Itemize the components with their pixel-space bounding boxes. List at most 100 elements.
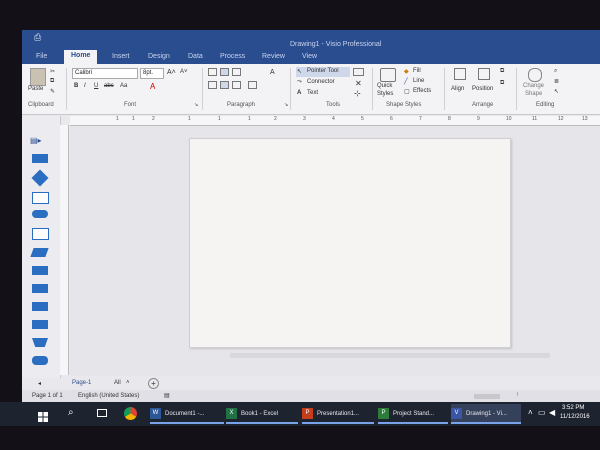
- italic-button[interactable]: I: [84, 83, 86, 89]
- change-shape-button[interactable]: Change: [523, 83, 544, 89]
- select-icon[interactable]: ↖: [554, 88, 559, 95]
- align-button[interactable]: Align: [451, 86, 464, 92]
- terminator-shape-icon[interactable]: [32, 210, 48, 218]
- start-windows-icon[interactable]: [38, 409, 48, 422]
- change-shape-icon[interactable]: [528, 68, 542, 82]
- paste-button[interactable]: Paste: [28, 86, 43, 92]
- ruler-label: 13: [582, 116, 588, 122]
- font-dialog-launcher-icon[interactable]: ↘: [194, 102, 198, 108]
- font-size-select[interactable]: 8pt.: [140, 68, 164, 79]
- manual-operation-shape-icon[interactable]: [32, 338, 48, 347]
- position-icon[interactable]: [478, 68, 490, 80]
- change-case-button[interactable]: Aa: [120, 83, 127, 89]
- align-left-icon[interactable]: [208, 81, 217, 89]
- subprocess-shape-icon[interactable]: [32, 266, 48, 275]
- align-right-icon[interactable]: [232, 81, 241, 89]
- tab-data[interactable]: Data: [188, 53, 203, 60]
- volume-icon[interactable]: ◀: [549, 408, 555, 417]
- paste-icon[interactable]: [30, 68, 46, 86]
- page-tab-page-1[interactable]: Page-1: [72, 380, 91, 386]
- position-button[interactable]: Position: [472, 86, 493, 92]
- align-middle-icon[interactable]: [220, 68, 229, 76]
- paragraph-dialog-launcher-icon[interactable]: ↘: [284, 102, 288, 108]
- task-view-icon[interactable]: [97, 409, 107, 417]
- off-page-reference-shape-icon[interactable]: [32, 356, 48, 365]
- zoom-slider[interactable]: [474, 394, 500, 399]
- grow-font-icon[interactable]: A˄: [167, 69, 176, 76]
- bring-forward-icon[interactable]: ⧉: [500, 68, 504, 75]
- format-painter-icon[interactable]: ✎: [50, 88, 55, 95]
- text-tool-button[interactable]: Text: [307, 90, 318, 96]
- all-pages-tab[interactable]: All: [114, 380, 121, 386]
- align-bottom-icon[interactable]: [232, 68, 241, 76]
- align-shapes-icon[interactable]: [454, 68, 466, 80]
- taskbar-item-excel[interactable]: X Book1 - Excel: [226, 404, 298, 424]
- shrink-font-icon[interactable]: A˅: [180, 69, 188, 75]
- data-shape-icon[interactable]: [32, 228, 49, 240]
- connector-button[interactable]: Connector: [307, 79, 335, 85]
- diamond-shape-icon[interactable]: [31, 169, 49, 187]
- font-color-button[interactable]: A: [150, 82, 155, 91]
- taskbar-item-project[interactable]: P Project Stand...: [378, 404, 448, 424]
- parallelogram-shape-icon[interactable]: [30, 248, 49, 257]
- tab-view[interactable]: View: [302, 53, 317, 60]
- tab-process[interactable]: Process: [220, 53, 245, 60]
- taskbar-item-powerpoint[interactable]: P Presentation1...: [302, 404, 374, 424]
- search-icon[interactable]: ⌕: [68, 407, 74, 418]
- underline-button[interactable]: U: [94, 83, 98, 89]
- shapes-menu-icon[interactable]: ▤▸: [30, 136, 42, 145]
- copy-icon[interactable]: ⧉: [50, 78, 54, 85]
- language-status[interactable]: English (United States): [78, 393, 139, 399]
- chrome-icon[interactable]: [124, 407, 137, 420]
- add-page-button[interactable]: +: [148, 378, 159, 389]
- quick-styles-button[interactable]: Quick: [377, 83, 392, 89]
- clock-date[interactable]: 11/12/2016: [560, 414, 590, 420]
- rectangle-tool-icon[interactable]: [353, 68, 364, 76]
- line-button[interactable]: Line: [413, 78, 424, 84]
- align-center-icon[interactable]: [220, 81, 229, 89]
- previous-page-icon[interactable]: ◂: [38, 380, 41, 387]
- bullets-icon[interactable]: [248, 81, 257, 89]
- network-icon[interactable]: ▭: [538, 408, 546, 417]
- align-top-icon[interactable]: [208, 68, 217, 76]
- strikethrough-button[interactable]: abc: [104, 83, 114, 89]
- drawing-page[interactable]: [189, 138, 511, 348]
- group-label-shape-styles: Shape Styles: [386, 102, 422, 108]
- external-data-shape-icon[interactable]: [32, 302, 48, 311]
- chevron-up-icon[interactable]: ˄: [528, 408, 533, 417]
- effects-button[interactable]: Effects: [413, 88, 431, 94]
- find-icon[interactable]: ⌕: [554, 68, 557, 75]
- tab-file[interactable]: File: [36, 53, 47, 60]
- clock-time[interactable]: 3:52 PM: [562, 405, 584, 411]
- on-page-reference-shape-icon[interactable]: [32, 320, 48, 329]
- send-backward-icon[interactable]: ⧉: [500, 80, 504, 87]
- close-icon[interactable]: ✕: [355, 79, 362, 88]
- page-count-status[interactable]: Page 1 of 1: [32, 393, 63, 399]
- ruler-label: 1: [248, 116, 251, 122]
- text-tool-icon: A: [297, 90, 302, 96]
- fill-button[interactable]: Fill: [413, 68, 421, 74]
- taskbar-item-word[interactable]: W Document1 -...: [150, 404, 224, 424]
- quick-styles-icon[interactable]: [380, 68, 396, 82]
- chevron-up-icon[interactable]: ˄: [126, 380, 130, 386]
- tab-insert[interactable]: Insert: [112, 53, 130, 60]
- taskbar-item-visio[interactable]: V Drawing1 - Vi...: [451, 404, 521, 424]
- macro-record-icon[interactable]: ▤: [164, 392, 170, 399]
- tab-review[interactable]: Review: [262, 53, 285, 60]
- database-shape-icon[interactable]: [32, 284, 48, 293]
- pointer-icon: ↖: [297, 69, 303, 75]
- cut-icon[interactable]: ✂: [50, 68, 55, 75]
- connection-point-icon[interactable]: ⊹: [354, 89, 361, 98]
- drawing-canvas[interactable]: [70, 126, 600, 376]
- horizontal-scrollbar[interactable]: [230, 353, 550, 358]
- tab-design[interactable]: Design: [148, 53, 170, 60]
- tab-home[interactable]: Home: [64, 50, 98, 64]
- bold-button[interactable]: B: [74, 83, 78, 89]
- save-icon[interactable]: ⎙: [34, 32, 41, 43]
- rectangle-shape-icon[interactable]: [32, 154, 48, 163]
- layers-icon[interactable]: ≣: [554, 78, 559, 85]
- fit-page-icon[interactable]: ↑: [516, 392, 519, 398]
- text-orientation-icon[interactable]: A: [270, 69, 275, 76]
- document-shape-icon[interactable]: [32, 192, 49, 204]
- font-name-select[interactable]: Calibri: [72, 68, 138, 79]
